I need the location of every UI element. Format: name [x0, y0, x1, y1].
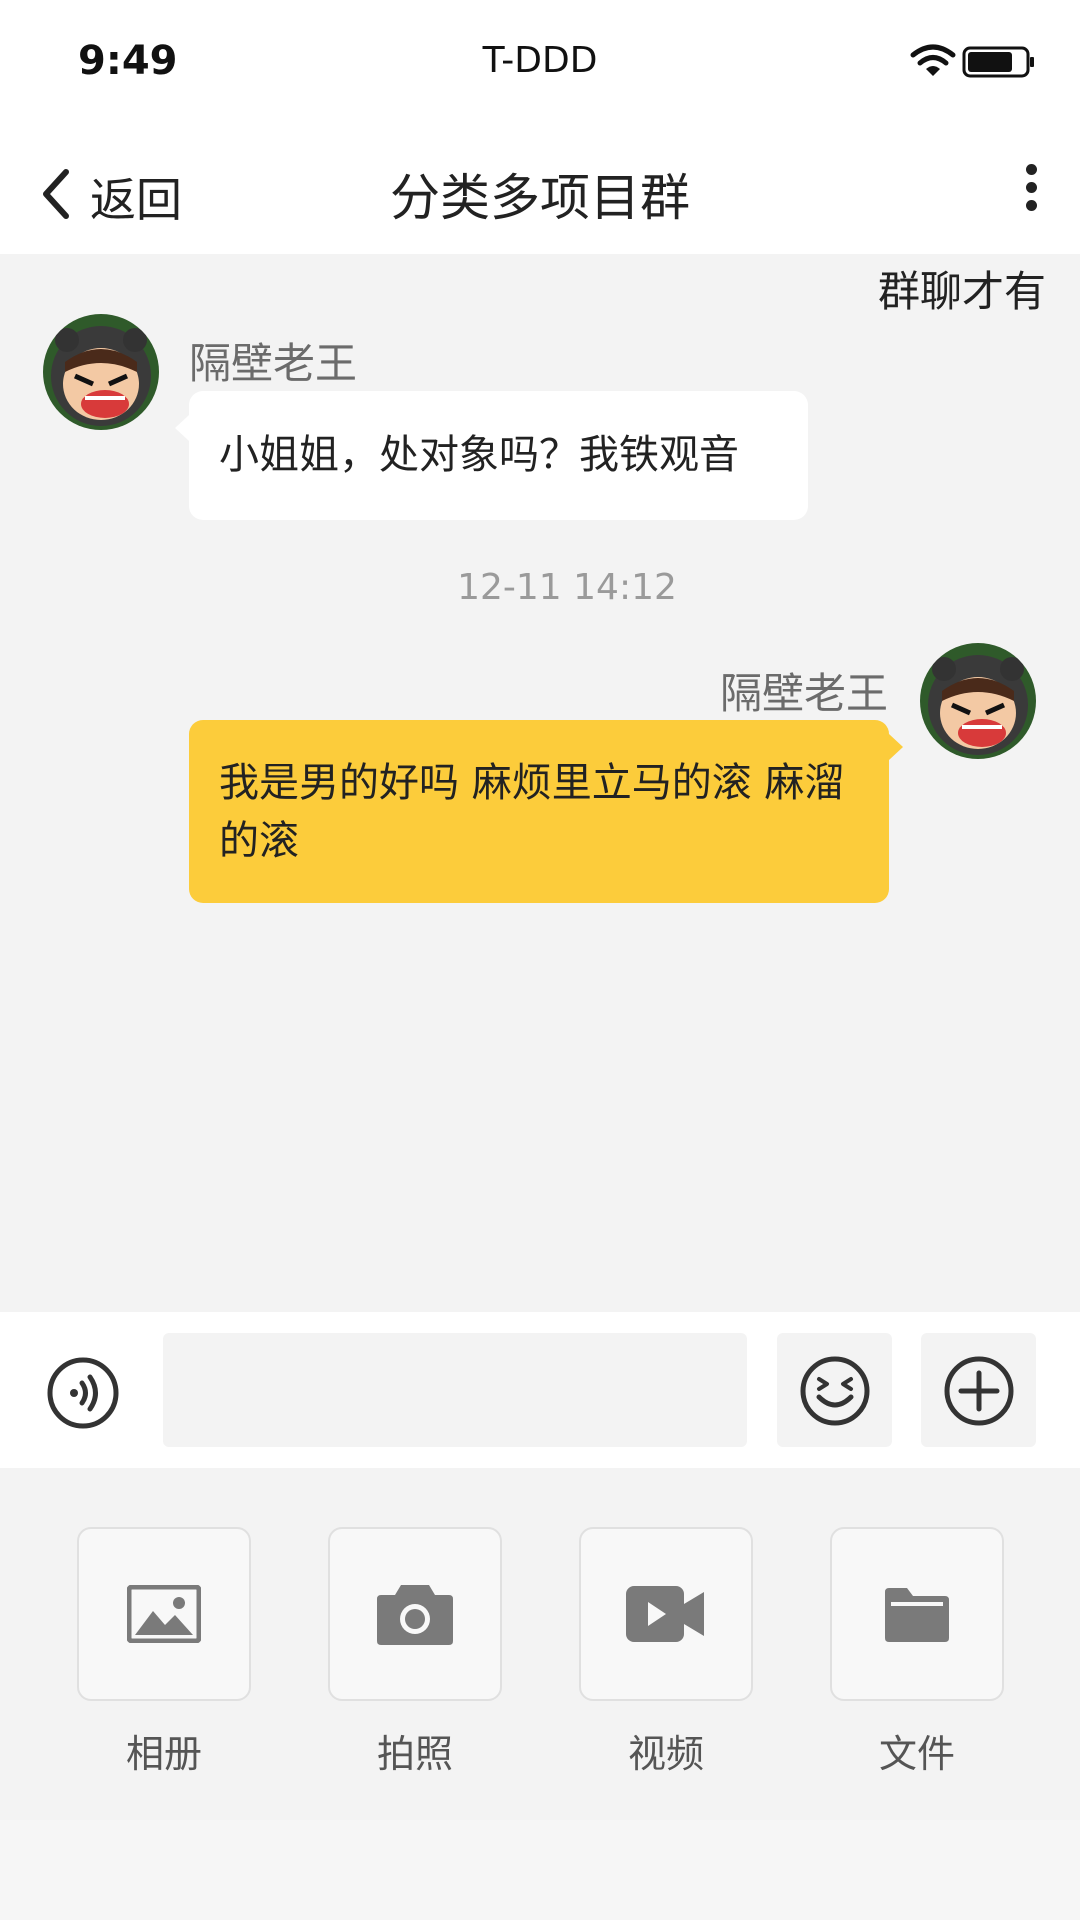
tool-label: 拍照	[376, 1732, 453, 1776]
plus-circle-icon	[944, 1356, 1014, 1426]
tool-file[interactable]: 文件	[830, 1527, 1004, 1778]
tool-label: 相册	[125, 1732, 202, 1776]
folder-icon	[885, 1588, 949, 1642]
tool-camera-box[interactable]	[328, 1527, 502, 1701]
group-hint: 群聊才有	[877, 267, 1046, 316]
input-bar	[0, 1312, 1080, 1468]
battery-icon	[962, 46, 1034, 78]
voice-icon[interactable]	[46, 1356, 120, 1430]
avatar[interactable]	[920, 643, 1036, 759]
tools-panel: 相册 拍照 视频 文件	[0, 1468, 1080, 1820]
more-options-icon[interactable]	[1020, 164, 1042, 220]
tool-video[interactable]: 视频	[579, 1527, 753, 1778]
wifi-icon	[910, 44, 956, 76]
page-title: 分类多项目群	[390, 169, 690, 227]
avatar[interactable]	[43, 314, 159, 430]
emoji-icon	[800, 1356, 870, 1426]
tool-video-box[interactable]	[579, 1527, 753, 1701]
nav-bar: 返回 分类多项目群	[0, 128, 1080, 254]
bottom-safe-area	[0, 1820, 1080, 1920]
sender-name: 隔壁老王	[719, 669, 888, 718]
emoji-button[interactable]	[777, 1333, 892, 1447]
tool-album-box[interactable]	[77, 1527, 251, 1701]
tool-file-box[interactable]	[830, 1527, 1004, 1701]
message-bubble-outgoing[interactable]: 我是男的好吗 麻烦里立马的滚 麻溜的滚	[189, 720, 903, 903]
message-timestamp: 12-11 14:12	[457, 567, 677, 608]
message-input[interactable]	[163, 1333, 747, 1447]
message-bubble-incoming[interactable]: 小姐姐，处对象吗？我铁观音	[175, 391, 808, 520]
more-tools-button[interactable]	[921, 1333, 1036, 1447]
tool-camera[interactable]: 拍照	[328, 1527, 502, 1778]
camera-icon	[377, 1585, 453, 1645]
image-icon	[127, 1585, 201, 1643]
video-icon	[626, 1586, 704, 1642]
sender-name: 隔壁老王	[189, 339, 358, 388]
tool-album[interactable]: 相册	[77, 1527, 251, 1778]
tool-label: 视频	[627, 1732, 704, 1776]
tool-label: 文件	[878, 1732, 955, 1776]
status-bar: 9:49 T-DDD	[0, 0, 1080, 128]
